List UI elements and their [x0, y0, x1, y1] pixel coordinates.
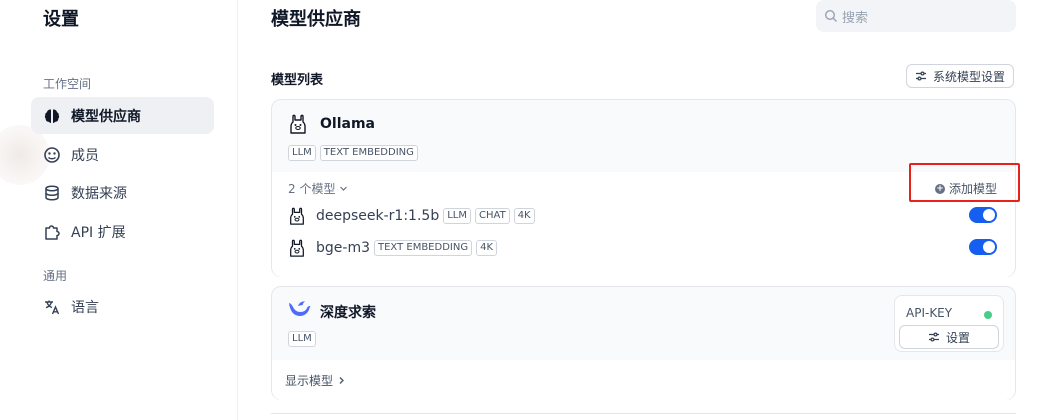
translate-icon: [45, 300, 60, 314]
api-key-label: API-KEY: [906, 306, 953, 320]
search-icon: [824, 9, 837, 22]
brain-icon: [44, 108, 60, 123]
tag: CHAT: [475, 208, 510, 224]
sidebar-item-language[interactable]: 语言: [31, 288, 214, 325]
database-icon: [45, 184, 59, 201]
model-count-label: 2 个模型: [288, 182, 336, 196]
ollama-logo-icon: [290, 114, 306, 134]
model-row: bge-m3 TEXT EMBEDDING 4K: [288, 237, 997, 259]
ollama-logo-icon: [290, 207, 304, 225]
ollama-logo-icon: [290, 239, 304, 257]
system-model-settings-button[interactable]: 系统模型设置: [906, 64, 1014, 88]
model-enable-toggle[interactable]: [969, 207, 997, 223]
sliders-icon: [915, 71, 926, 81]
sidebar-item-label: 成员: [71, 147, 99, 164]
model-list-panel: 显示模型: [272, 360, 1015, 400]
model-row: deepseek-r1:1.5b LLM CHAT 4K: [288, 205, 997, 227]
sidebar-title: 设置: [43, 9, 79, 30]
plus-circle-icon: +: [934, 183, 945, 194]
tag: 4K: [513, 208, 535, 224]
sidebar-item-label: 语言: [71, 299, 99, 316]
model-enable-toggle[interactable]: [969, 239, 997, 255]
provider-tags: LLM TEXT EMBEDDING: [288, 145, 418, 161]
tag: 4K: [476, 240, 497, 256]
sidebar-item-data-source[interactable]: 数据来源: [31, 174, 214, 211]
search-input[interactable]: 搜索: [816, 0, 1016, 32]
model-list-panel: 2 个模型 + 添加模型 deepseek-r1:1.5b LLM CHAT 4…: [272, 172, 1015, 277]
provider-card-deepseek: 深度求索 LLM API-KEY 设置 显示模型: [271, 286, 1016, 400]
show-models-label: 显示模型: [285, 374, 334, 388]
model-name: bge-m3: [316, 240, 370, 256]
sidebar-item-api-extension[interactable]: API 扩展: [31, 213, 214, 250]
model-name: deepseek-r1:1.5b: [316, 208, 440, 224]
add-model-label: 添加模型: [948, 182, 997, 196]
tag: LLM: [443, 208, 471, 224]
chevron-right-icon: [339, 377, 344, 384]
provider-card-ollama: Ollama LLM TEXT EMBEDDING 2 个模型 + 添加模型 d…: [271, 99, 1016, 277]
api-key-panel: API-KEY 设置: [894, 295, 1004, 352]
deepseek-whale-icon: [289, 301, 311, 316]
provider-name: Ollama: [320, 116, 375, 132]
divider: [271, 413, 1016, 414]
provider-settings-label: 设置: [945, 330, 970, 345]
group-label-general: 通用: [43, 269, 68, 283]
page-title: 模型供应商: [271, 9, 361, 30]
model-count-toggle[interactable]: 2 个模型: [288, 180, 348, 197]
provider-settings-button[interactable]: 设置: [899, 325, 999, 349]
tag: LLM: [288, 145, 316, 161]
members-icon: [44, 146, 60, 163]
sidebar-item-model-provider[interactable]: 模型供应商: [31, 97, 214, 134]
tag: LLM: [288, 331, 316, 347]
chevron-down-icon: [340, 186, 348, 191]
provider-tags: LLM: [288, 331, 316, 347]
api-key-status-indicator: [984, 311, 992, 319]
model-list-title: 模型列表: [271, 73, 324, 88]
sidebar-item-label: API 扩展: [71, 224, 126, 241]
sidebar-item-members[interactable]: 成员: [31, 136, 214, 173]
system-model-settings-label: 系统模型设置: [932, 69, 1005, 84]
show-models-button[interactable]: 显示模型: [285, 372, 346, 389]
group-label-workspace: 工作空间: [43, 77, 92, 91]
sidebar: 设置 工作空间 模型供应商 成员 数据来源 API 扩展 通用 语言: [0, 0, 238, 420]
sidebar-item-label: 数据来源: [71, 185, 127, 202]
main-content: 模型供应商 搜索 模型列表 系统模型设置 Ollama LLM TEXT EMB…: [239, 0, 1044, 420]
tag: TEXT EMBEDDING: [319, 145, 418, 161]
provider-name: 深度求索: [320, 305, 376, 321]
search-placeholder: 搜索: [842, 10, 869, 26]
tag: TEXT EMBEDDING: [373, 240, 473, 256]
sliders-icon: [928, 332, 939, 342]
sidebar-item-label: 模型供应商: [71, 108, 141, 125]
puzzle-icon: [45, 224, 60, 240]
add-model-button[interactable]: + 添加模型: [934, 180, 997, 197]
